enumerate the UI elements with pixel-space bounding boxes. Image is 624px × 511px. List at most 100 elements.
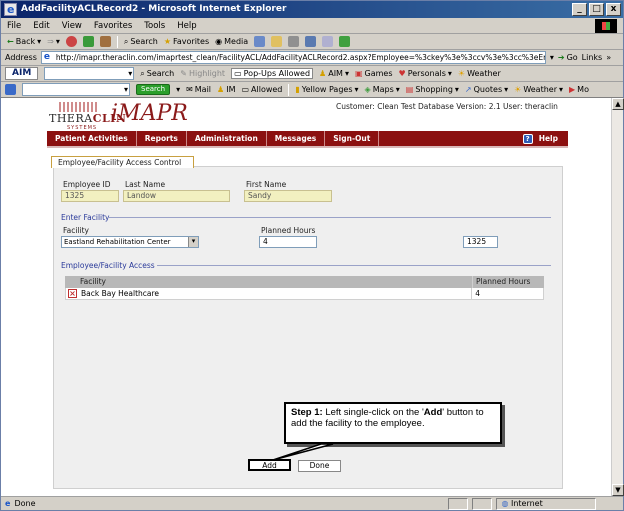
nav-reports[interactable]: Reports: [137, 131, 187, 146]
facility-label: Facility: [63, 226, 89, 235]
minimize-button[interactable]: _: [572, 3, 587, 16]
im-button[interactable]: ♟ IM: [217, 85, 235, 94]
menu-view[interactable]: View: [62, 21, 82, 31]
menu-favorites[interactable]: Favorites: [94, 21, 132, 31]
search-button[interactable]: ⌕ Search: [124, 37, 158, 47]
map-icon: ◈: [364, 85, 371, 94]
history-icon[interactable]: [254, 36, 266, 47]
discuss-icon[interactable]: [322, 36, 334, 47]
section-divider: [157, 265, 551, 266]
add-button[interactable]: Add: [248, 459, 291, 471]
links-chevron-icon[interactable]: »: [606, 53, 611, 62]
back-button[interactable]: ← Back ▾: [7, 37, 41, 46]
edit-icon[interactable]: [305, 36, 317, 47]
highlight-button[interactable]: ✎ Highlight: [180, 69, 225, 78]
forward-button[interactable]: ⇒ ▾: [47, 37, 60, 46]
nav-messages[interactable]: Messages: [267, 131, 326, 146]
personals-button[interactable]: ♥ Personals ▾: [399, 69, 452, 78]
quotes-icon: ↗: [464, 85, 472, 94]
media-icon: ◉: [215, 37, 223, 46]
planned-hours-label: Planned Hours: [261, 226, 316, 235]
customer-info: Customer: Clean Test Database Version: 2…: [336, 102, 558, 111]
media-button[interactable]: ◉ Media: [215, 37, 248, 46]
nav-sign-out[interactable]: Sign-Out: [325, 131, 380, 146]
links-button[interactable]: Links: [582, 53, 603, 62]
row-planned-hours: 4: [471, 288, 543, 299]
address-label: Address: [5, 53, 37, 62]
print-icon[interactable]: [288, 36, 300, 47]
home-icon[interactable]: [99, 36, 111, 47]
games-button[interactable]: ▣ Games: [355, 69, 393, 78]
nav-administration[interactable]: Administration: [187, 131, 267, 146]
section-divider: [109, 217, 551, 218]
aim-search-button[interactable]: ⌕ Search: [140, 69, 174, 79]
mail-icon: ✉: [186, 85, 193, 94]
maps-button[interactable]: ◈ Maps ▾: [365, 85, 400, 94]
address-dropdown-icon[interactable]: ▾: [550, 53, 554, 62]
facility-select[interactable]: Eastland Rehabilitation Center ▾: [61, 236, 199, 248]
done-button[interactable]: Done: [298, 460, 341, 472]
menu-edit[interactable]: Edit: [33, 21, 49, 31]
logo-dots-graphic: [59, 102, 99, 112]
mail-icon[interactable]: [271, 36, 283, 47]
allowed-button[interactable]: ▭ Allowed: [241, 85, 282, 94]
aim-search-combo[interactable]: [44, 67, 135, 80]
chevron-down-icon[interactable]: ▾: [188, 237, 198, 247]
messenger-icon[interactable]: [339, 36, 351, 47]
go-button[interactable]: ➔ Go: [558, 53, 578, 62]
shopping-button[interactable]: ▤ Shopping ▾: [406, 85, 459, 94]
favorites-button[interactable]: ★ Favorites: [164, 37, 209, 46]
aim-menu-button[interactable]: ♟ AIM ▾: [319, 69, 349, 78]
weather-links-button[interactable]: ☀ Weather ▾: [514, 85, 563, 94]
refresh-icon[interactable]: [82, 36, 94, 47]
weather-button[interactable]: ☀ Weather: [458, 69, 501, 78]
address-bar: Address e http://imapr.theraclin.com/ima…: [1, 50, 623, 66]
popups-allowed-button[interactable]: ▭ Pop-Ups Allowed: [231, 68, 314, 79]
scroll-up-icon[interactable]: ▲: [612, 98, 624, 110]
help-icon: ?: [522, 133, 533, 144]
close-button[interactable]: x: [606, 3, 621, 16]
menu-file[interactable]: File: [7, 21, 21, 31]
links-toolbar: Search ▾ ✉Mail ♟IM ▭Allowed ▮Yellow Page…: [1, 82, 623, 98]
security-zone: ◍ Internet: [496, 497, 597, 510]
aim-toolbar: AIM ⌕Search ✎Highlight ▭Pop-Ups Allowed …: [1, 66, 623, 82]
shopping-icon: ▤: [405, 85, 414, 94]
aim-logo[interactable]: AIM: [5, 67, 39, 80]
row-facility: Back Bay Healthcare: [81, 289, 160, 298]
favorites-star-icon: ★: [163, 37, 171, 46]
grid-header-facility: Facility: [80, 277, 106, 286]
page-done-icon: e: [5, 499, 11, 508]
scroll-down-icon[interactable]: ▼: [612, 484, 624, 496]
quotes-button[interactable]: ↗ Quotes ▾: [465, 85, 508, 94]
stop-icon[interactable]: [65, 36, 77, 47]
browser-window: AddFacilityACLRecord2 - Microsoft Intern…: [0, 0, 624, 511]
forward-arrow-icon: ⇒: [47, 37, 54, 46]
employee-id-field: 1325: [61, 190, 119, 202]
mail-button[interactable]: ✉ Mail: [186, 85, 211, 94]
grid-header: Facility Planned Hours: [65, 276, 544, 288]
nav-patient-activities[interactable]: Patient Activities: [47, 131, 137, 146]
address-input[interactable]: e http://imapr.theraclin.com/imaprtest_c…: [40, 51, 546, 64]
maximize-button[interactable]: □: [589, 3, 604, 16]
popup-icon: ▭: [234, 69, 242, 78]
instruction-callout: Step 1: Left single-click on the 'Add' b…: [284, 402, 502, 444]
go-arrow-icon: ➔: [557, 53, 565, 62]
links-search-combo[interactable]: [22, 83, 130, 96]
links-search-button[interactable]: Search: [136, 84, 171, 95]
tab-employee-facility-access[interactable]: Employee/Facility Access Control: [51, 156, 194, 168]
yellow-pages-button[interactable]: ▮ Yellow Pages ▾: [295, 85, 358, 94]
back-arrow-icon: ←: [7, 37, 14, 46]
menu-help[interactable]: Help: [177, 21, 196, 31]
more-button[interactable]: ▶ Mo: [569, 85, 589, 94]
nav-help[interactable]: ? Help: [522, 133, 568, 144]
delete-icon[interactable]: ×: [68, 289, 77, 298]
menu-tools[interactable]: Tools: [144, 21, 165, 31]
last-name-label: Last Name: [125, 180, 166, 189]
games-icon: ▣: [354, 69, 363, 78]
employee-id-input[interactable]: 1325: [463, 236, 498, 248]
vertical-scrollbar[interactable]: ▲ ▼: [611, 98, 624, 496]
search-icon: ⌕: [140, 68, 145, 78]
planned-hours-input[interactable]: 4: [259, 236, 317, 248]
aol-icon[interactable]: [5, 84, 16, 95]
window-title: AddFacilityACLRecord2 - Microsoft Intern…: [21, 4, 287, 14]
